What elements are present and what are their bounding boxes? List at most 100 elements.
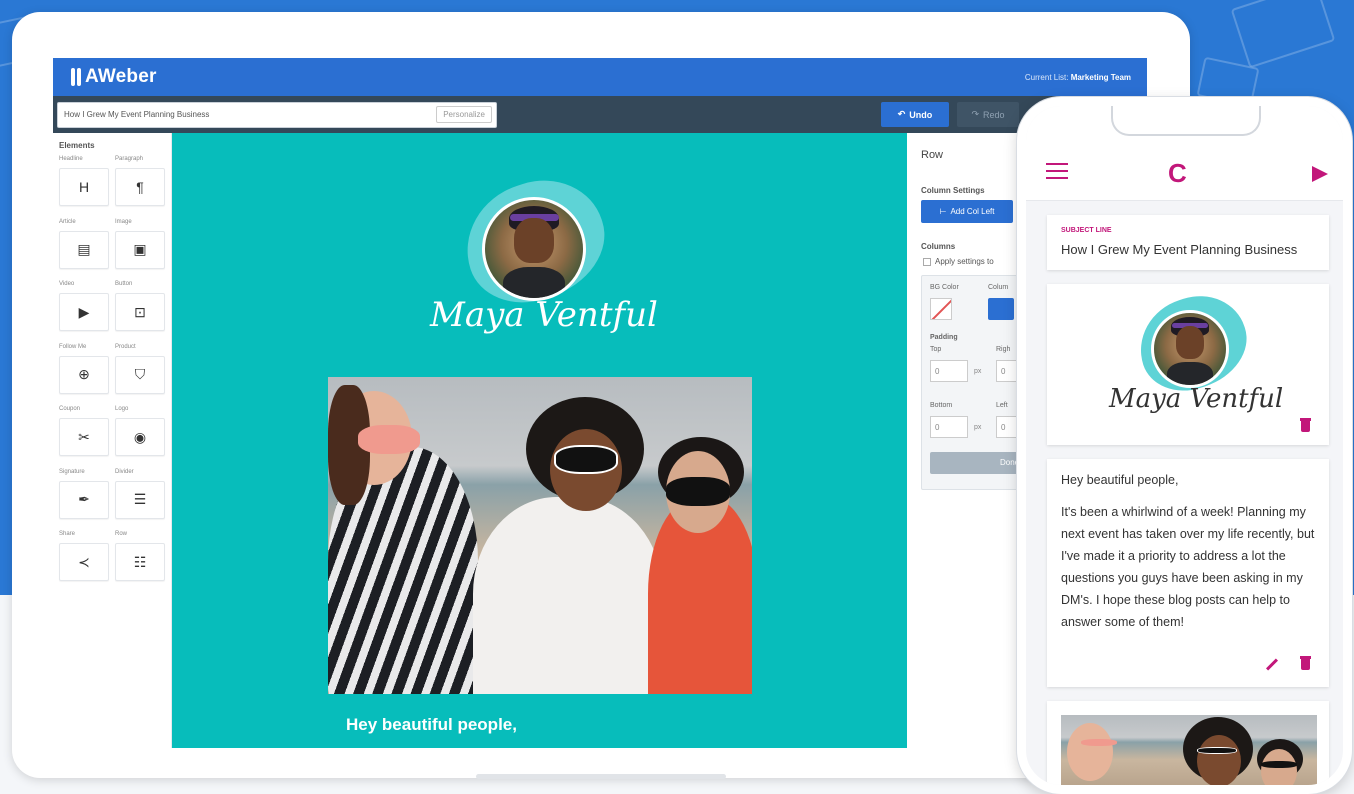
element-signature[interactable]: Signature ✒	[59, 469, 109, 532]
px-unit: px	[974, 368, 982, 375]
personalize-dropdown[interactable]: Personalize	[436, 106, 492, 123]
element-label: Product	[115, 343, 136, 350]
element-coupon[interactable]: Coupon ✂	[59, 406, 109, 469]
element-article[interactable]: Article ▤	[59, 219, 109, 282]
logo-icon	[71, 68, 81, 86]
left-label: Left	[996, 402, 1008, 409]
campaign-logo-icon: C	[1168, 158, 1187, 188]
signature-icon[interactable]: ✒	[59, 480, 109, 519]
phone-notch	[1111, 106, 1261, 136]
px-unit: px	[974, 424, 982, 431]
element-share[interactable]: Share ≺	[59, 531, 109, 594]
elements-grid: Headline H Paragraph ¶ Article ▤ Image ▣ Video ▶ B…	[59, 156, 165, 594]
column-layout-icon[interactable]	[988, 298, 1014, 320]
subject-input[interactable]: How I Grew My Event Planning Business Pe…	[57, 101, 497, 128]
element-label: Article	[59, 218, 76, 225]
logo-card[interactable]: Maya Ventful	[1047, 283, 1329, 445]
logo-icon[interactable]: ◉	[115, 418, 165, 456]
current-list-label: Current List:	[1024, 72, 1069, 82]
element-follow-me[interactable]: Follow Me ⊕	[59, 344, 109, 407]
decor-envelope	[1230, 0, 1336, 69]
bottom-label: Bottom	[930, 402, 953, 409]
done-button[interactable]: Done	[930, 452, 1030, 474]
elements-title: Elements	[59, 141, 95, 150]
image-icon[interactable]: ▣	[115, 230, 165, 269]
element-label: Button	[115, 281, 133, 287]
email-editor: AWeber Current List: Marketing Team How …	[53, 58, 1147, 748]
hero-photo[interactable]	[328, 377, 752, 694]
checkbox-icon	[923, 257, 931, 266]
element-headline[interactable]: Headline H	[59, 156, 109, 219]
apply-settings-label: Apply settings to	[935, 257, 994, 266]
button-icon[interactable]: ⊡	[115, 293, 165, 331]
paragraph-icon[interactable]: ¶	[115, 168, 165, 206]
right-label: Righ	[996, 346, 1011, 353]
headline-icon[interactable]: H	[59, 168, 109, 206]
column-label: Colum	[988, 284, 1009, 291]
element-label: Signature	[59, 468, 85, 475]
bg-color-label: BG Color	[930, 284, 959, 291]
email-canvas[interactable]: Maya Ventful Hey beautiful people,	[172, 133, 907, 748]
undo-icon: ↶	[897, 109, 906, 119]
pencil-icon[interactable]	[1265, 658, 1279, 671]
greeting-text: Hey beautiful people,	[1061, 473, 1179, 487]
app-header: AWeber Current List: Marketing Team	[53, 58, 1147, 96]
add-column-icon: ⊢	[939, 207, 947, 216]
coupon-icon[interactable]: ✂	[59, 418, 109, 456]
divider-icon[interactable]: ☰	[115, 480, 165, 519]
video-icon[interactable]: ▶	[59, 293, 109, 331]
element-logo[interactable]: Logo ◉	[115, 406, 165, 469]
redo-icon: ↷	[971, 109, 980, 119]
aweber-logo[interactable]: AWeber	[71, 66, 157, 88]
signature-logo: Maya Ventful	[1109, 384, 1284, 414]
profile-photo[interactable]	[482, 197, 586, 301]
hero-photo-thumbnail	[1061, 715, 1317, 785]
element-label: Share	[59, 531, 76, 537]
current-list[interactable]: Current List: Marketing Team	[1025, 73, 1131, 82]
article-icon[interactable]: ▤	[59, 230, 109, 269]
columns-heading: Columns	[921, 242, 956, 251]
element-image[interactable]: Image ▣	[115, 219, 165, 282]
add-col-left-button[interactable]: ⊢ Add Col Left	[921, 200, 1013, 223]
canvas-heading[interactable]: Hey beautiful people,	[346, 715, 517, 735]
send-icon[interactable]	[1312, 166, 1328, 182]
redo-button[interactable]: ↷ Redo	[957, 102, 1019, 127]
subject-line-value: How I Grew My Event Planning Business	[1061, 242, 1298, 257]
element-divider[interactable]: Divider ☰	[115, 469, 165, 532]
column-properties: BG Color Colum Padding Top Righ 0 px 0 B…	[921, 275, 1034, 490]
profile-photo	[1151, 310, 1229, 388]
element-label: Video	[59, 281, 75, 287]
subject-text: How I Grew My Event Planning Business	[64, 110, 210, 119]
element-label: Row	[115, 531, 128, 537]
trash-icon[interactable]	[1300, 656, 1311, 670]
element-video[interactable]: Video ▶	[59, 281, 109, 344]
undo-label: Undo	[909, 109, 933, 120]
padding-top-input[interactable]: 0	[930, 360, 968, 382]
undo-button[interactable]: ↶ Undo	[881, 102, 949, 127]
product-icon[interactable]: ⛉	[115, 355, 165, 394]
image-card[interactable]	[1047, 701, 1329, 785]
subject-line-label: SUBJECT LINE	[1061, 227, 1112, 234]
element-button[interactable]: Button ⊡	[115, 281, 165, 344]
column-settings-heading: Column Settings	[921, 186, 985, 195]
signature-logo[interactable]: Maya Ventful	[430, 295, 658, 335]
element-label: Divider	[115, 468, 134, 475]
text-card[interactable]: Hey beautiful people, It's been a whirlw…	[1047, 459, 1329, 687]
share-icon[interactable]: ≺	[59, 543, 109, 581]
element-row[interactable]: Row ☷	[115, 531, 165, 594]
element-label: Image	[115, 218, 132, 225]
phone-header: C	[1026, 106, 1343, 201]
apply-settings-checkbox[interactable]: Apply settings to	[923, 257, 994, 266]
redo-label: Redo	[983, 109, 1005, 120]
row-icon[interactable]: ☷	[115, 543, 165, 581]
bg-color-swatch[interactable]	[930, 298, 952, 320]
follow-me-icon[interactable]: ⊕	[59, 355, 109, 394]
element-product[interactable]: Product ⛉	[115, 344, 165, 407]
padding-bottom-input[interactable]: 0	[930, 416, 968, 438]
trash-icon[interactable]	[1300, 418, 1311, 432]
subject-card[interactable]: SUBJECT LINE How I Grew My Event Plannin…	[1047, 215, 1329, 270]
menu-icon[interactable]	[1046, 163, 1068, 179]
editor-toolbar: How I Grew My Event Planning Business Pe…	[53, 96, 1147, 133]
body-text: It's been a whirlwind of a week! Plannin…	[1061, 505, 1315, 629]
element-paragraph[interactable]: Paragraph ¶	[115, 156, 165, 219]
